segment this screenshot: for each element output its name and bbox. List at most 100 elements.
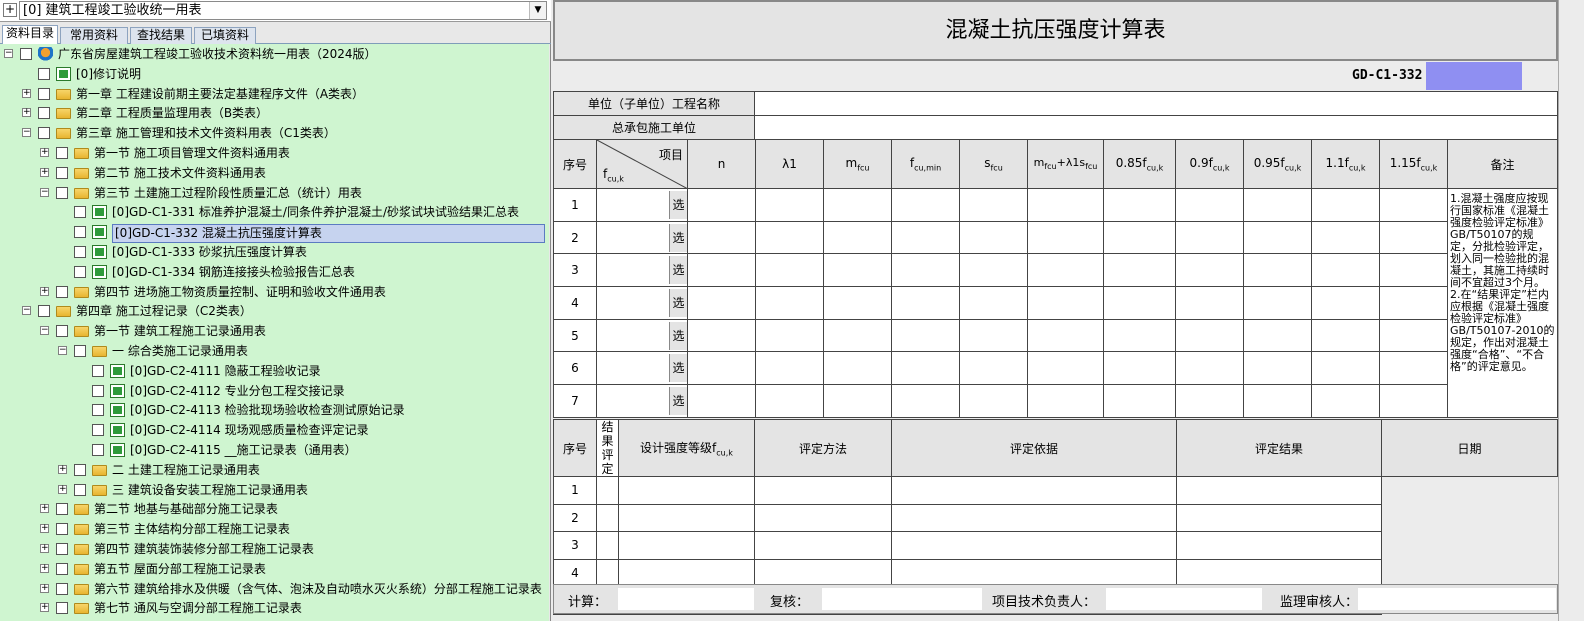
tree-node-label[interactable]: [0]GD-C1-334 钢筋连接接头检验报告汇总表	[112, 264, 355, 281]
expand-icon[interactable]: +	[22, 88, 31, 98]
fcuk-cell[interactable]: 选	[596, 220, 688, 255]
catalog-combo[interactable]: [0] 建筑工程竣工验收统一用表 ▼	[19, 1, 547, 20]
tree-checkbox[interactable]	[74, 345, 86, 357]
calc-cell[interactable]	[1103, 188, 1176, 222]
tree-node-label[interactable]: [0]GD-C1-331 标准养护混凝土/同条件养护混凝土/砂浆试块试验结果汇总…	[112, 204, 519, 221]
tree-node-label[interactable]: [0]修订说明	[76, 66, 141, 83]
tree-checkbox[interactable]	[56, 285, 68, 298]
tree-node[interactable]: + 第四节 进场施工物资质量控制、证明和验收文件通用表	[0, 283, 549, 302]
calc-cell[interactable]	[755, 351, 824, 386]
calc-cell[interactable]	[891, 253, 960, 288]
tree-node[interactable]: + 第七节 通风与空调分部工程施工记录表	[0, 599, 549, 618]
result-cell[interactable]	[1176, 476, 1382, 505]
calc-cell[interactable]	[823, 351, 892, 386]
fcuk-cell[interactable]: 选	[596, 351, 688, 386]
tree-checkbox[interactable]	[92, 444, 104, 456]
result-cell[interactable]	[596, 558, 619, 588]
calc-cell[interactable]	[755, 318, 824, 353]
calc-cell[interactable]	[1103, 384, 1176, 418]
calc-cell[interactable]	[959, 188, 1028, 222]
calc-cell[interactable]	[687, 351, 756, 386]
calc-cell[interactable]	[823, 318, 892, 353]
calc-cell[interactable]	[1175, 286, 1244, 320]
calc-cell[interactable]	[687, 220, 756, 255]
calc-cell[interactable]	[823, 384, 892, 418]
result-cell[interactable]	[596, 476, 619, 505]
tree-checkbox[interactable]	[56, 543, 68, 555]
expand-icon[interactable]: +	[22, 108, 31, 118]
collapse-icon[interactable]: −	[22, 128, 31, 138]
calc-cell[interactable]	[755, 253, 824, 288]
calc-cell[interactable]	[1027, 286, 1104, 320]
result-cell[interactable]	[754, 476, 892, 505]
chevron-down-icon[interactable]: ▼	[529, 2, 546, 19]
expand-icon[interactable]: +	[58, 464, 67, 474]
tree-checkbox[interactable]	[38, 107, 50, 120]
tree-checkbox[interactable]	[74, 226, 86, 239]
tree-node-label[interactable]: 第四节 进场施工物资质量控制、证明和验收文件通用表	[94, 284, 386, 301]
tree-checkbox[interactable]	[56, 562, 68, 575]
tree-checkbox[interactable]	[56, 147, 68, 159]
calc-cell[interactable]	[1027, 351, 1104, 386]
tree-node-label[interactable]: 第五节 屋面分部工程施工记录表	[94, 561, 266, 578]
select-button[interactable]: 选	[669, 256, 687, 285]
calc-cell[interactable]	[1243, 384, 1312, 418]
tree-checkbox[interactable]	[92, 364, 104, 377]
tree-node-label[interactable]: [0]GD-C2-4112 专业分包工程交接记录	[130, 383, 345, 400]
tree-checkbox[interactable]	[38, 87, 50, 100]
tree-node-label[interactable]: 第二节 地基与基础部分施工记录表	[94, 501, 278, 518]
tree-node[interactable]: + 第六节 建筑给排水及供暖（含气体、泡沫及自动喷水灭火系统）分部工程施工记录表	[0, 580, 549, 599]
collapse-icon[interactable]: −	[40, 326, 49, 336]
calc-cell[interactable]	[1243, 318, 1312, 353]
calc-cell[interactable]	[1103, 220, 1176, 255]
tab-common[interactable]: 常用资料	[60, 27, 128, 44]
tree-node-label[interactable]: 第二节 施工技术文件资料通用表	[94, 165, 266, 182]
expand-icon[interactable]: +	[40, 148, 49, 157]
calc-cell[interactable]	[823, 253, 892, 288]
tree-node[interactable]: + 第二章 工程质量监理用表（B类表）	[0, 104, 549, 123]
calc-cell[interactable]	[1103, 318, 1176, 353]
tree-node[interactable]: [0]GD-C2-4114 现场观感质量检查评定记录	[0, 421, 549, 440]
calc-cell[interactable]	[1103, 253, 1176, 288]
calc-cell[interactable]	[755, 384, 824, 418]
calc-cell[interactable]	[1103, 351, 1176, 386]
tree-node[interactable]: [0]GD-C1-334 钢筋连接接头检验报告汇总表	[0, 263, 549, 282]
tree-node[interactable]: + 第二节 施工技术文件资料通用表	[0, 164, 549, 183]
contractor-field[interactable]	[754, 115, 1558, 140]
calc-cell[interactable]	[823, 286, 892, 320]
tree-node[interactable]: − 第四章 施工过程记录（C2类表）	[0, 302, 549, 321]
collapse-icon[interactable]: −	[4, 49, 13, 58]
calc-cell[interactable]	[1311, 188, 1380, 222]
calc-cell[interactable]	[1103, 286, 1176, 320]
select-button[interactable]: 选	[669, 354, 687, 383]
select-button[interactable]: 选	[669, 190, 687, 219]
review-field[interactable]	[822, 588, 982, 610]
calc-cell[interactable]	[1027, 220, 1104, 255]
tree-node[interactable]: + 三 建筑设备安装工程施工记录通用表	[0, 481, 549, 500]
tab-filled[interactable]: 已填资料	[194, 27, 256, 44]
tree-checkbox[interactable]	[56, 582, 68, 595]
fcuk-cell[interactable]: 选	[596, 318, 688, 353]
supervisor-field[interactable]	[1358, 588, 1556, 610]
calc-cell[interactable]	[1311, 286, 1380, 320]
result-cell[interactable]	[618, 558, 755, 588]
calc-cell[interactable]	[1175, 318, 1244, 353]
tree-node-label[interactable]: 第四节 建筑装饰装修分部工程施工记录表	[94, 541, 314, 558]
result-cell[interactable]	[754, 503, 892, 533]
tab-catalog[interactable]: 资料目录	[2, 25, 58, 44]
tree-node[interactable]: + 第四节 建筑装饰装修分部工程施工记录表	[0, 540, 549, 559]
calc-cell[interactable]	[1379, 351, 1448, 386]
tree-node-label[interactable]: 广东省房屋建筑工程竣工验收技术资料统一用表（2024版）	[58, 46, 377, 63]
tree-checkbox[interactable]	[92, 424, 104, 437]
calc-cell[interactable]	[1175, 220, 1244, 255]
tree-checkbox[interactable]	[56, 602, 68, 615]
tree-checkbox[interactable]	[20, 48, 32, 60]
tree-node-label[interactable]: 第六节 建筑给排水及供暖（含气体、泡沫及自动喷水灭火系统）分部工程施工记录表	[94, 581, 542, 598]
select-button[interactable]: 选	[669, 321, 687, 350]
tree-node-label[interactable]: 第三章 施工管理和技术文件资料用表（C1类表）	[76, 125, 336, 142]
tree-node[interactable]: − 第三章 施工管理和技术文件资料用表（C1类表）	[0, 124, 549, 143]
expand-icon[interactable]: +	[40, 544, 49, 553]
tree-checkbox[interactable]	[38, 127, 50, 140]
tree-node[interactable]: [0]修订说明	[0, 65, 549, 84]
collapse-icon[interactable]: −	[58, 346, 67, 355]
